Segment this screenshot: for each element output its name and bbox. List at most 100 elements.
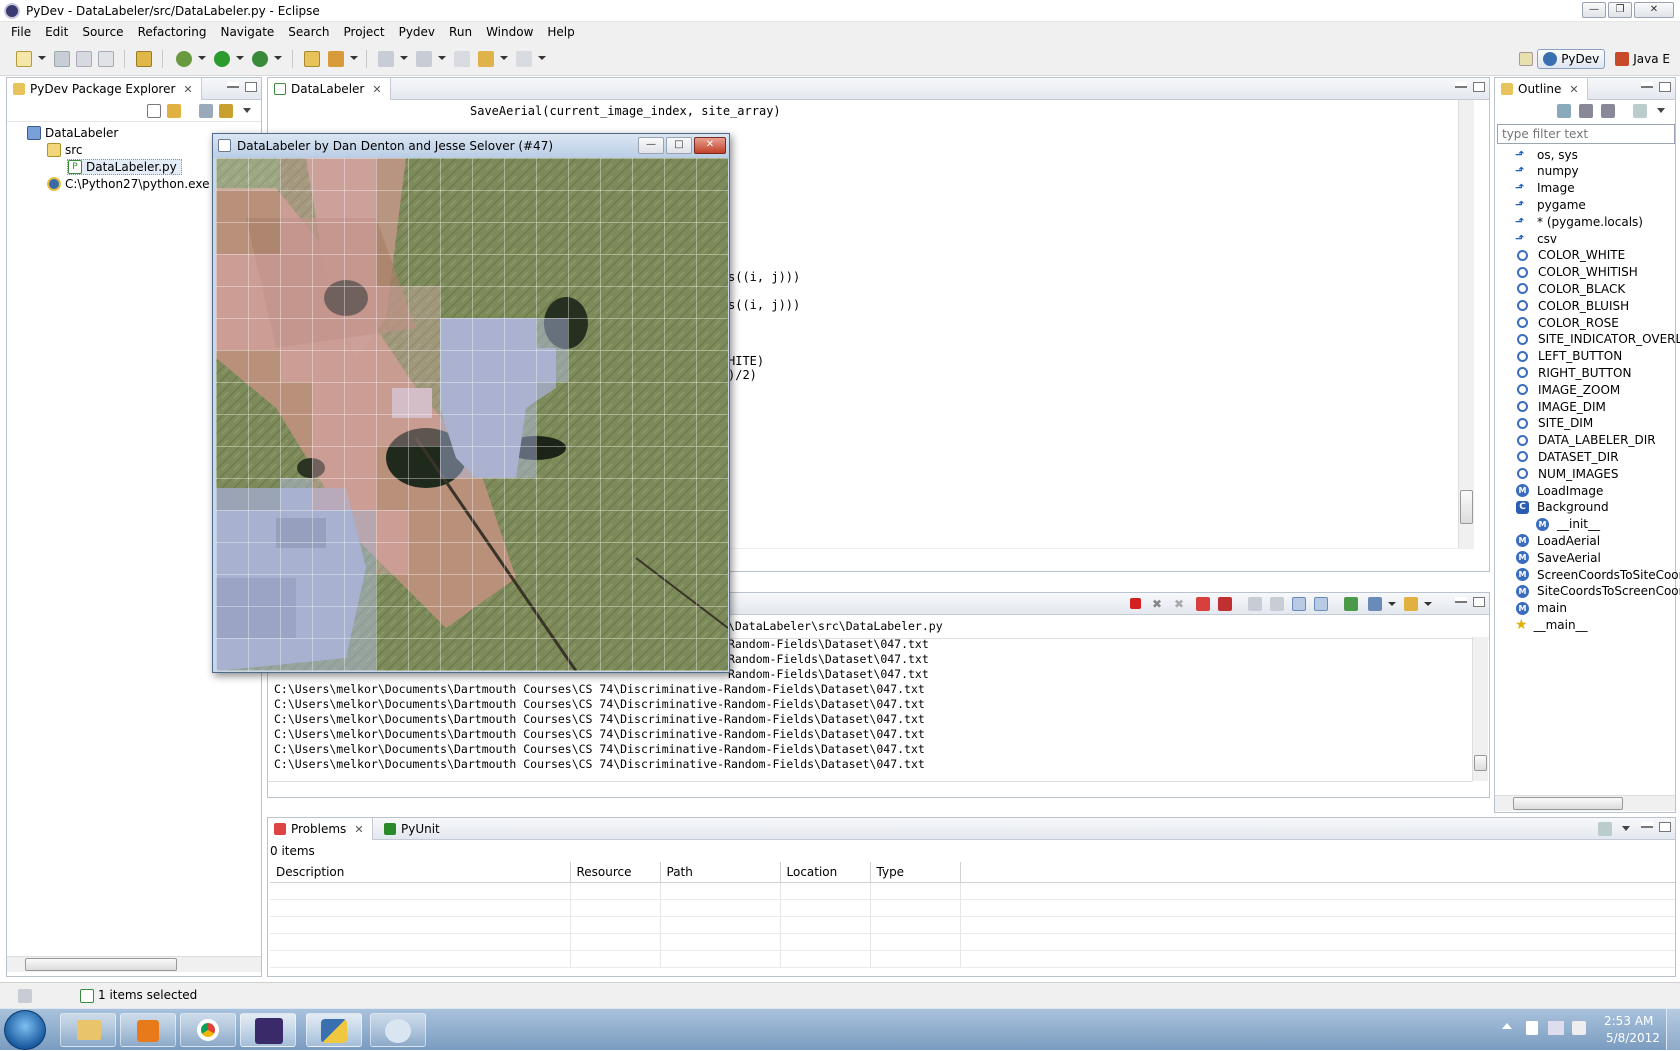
- datalabeler-minimize-button[interactable]: —: [638, 137, 664, 154]
- menu-run[interactable]: Run: [442, 25, 479, 39]
- sort-icon[interactable]: [1557, 104, 1571, 118]
- outline-item[interactable]: M __init__: [1535, 516, 1600, 533]
- minimize-button[interactable]: —: [1582, 2, 1606, 18]
- datalabeler-maximize-button[interactable]: □: [666, 137, 692, 154]
- outline-item[interactable]: Mmain: [1515, 600, 1567, 617]
- taskbar-media-player[interactable]: [120, 1013, 176, 1047]
- menu-help[interactable]: Help: [540, 25, 581, 39]
- menu-edit[interactable]: Edit: [38, 25, 75, 39]
- last-edit-icon[interactable]: [454, 51, 470, 67]
- column-type[interactable]: Type: [870, 862, 961, 883]
- show-desktop-button[interactable]: [1666, 1009, 1680, 1051]
- outline-item[interactable]: SITE_DIM: [1515, 415, 1593, 432]
- filter-icon[interactable]: [199, 104, 213, 118]
- outline-item[interactable]: ⬏ pygame: [1515, 196, 1586, 213]
- taskbar-eclipse[interactable]: [240, 1013, 296, 1047]
- close-icon[interactable]: ✕: [1569, 83, 1578, 96]
- outline-item[interactable]: M SaveAerial: [1515, 549, 1601, 566]
- open-folder-icon[interactable]: [304, 51, 320, 67]
- minimize-view-icon[interactable]: [1455, 597, 1467, 603]
- outline-item[interactable]: ★ __main__: [1515, 616, 1588, 633]
- outline-filter-input[interactable]: [1497, 124, 1675, 144]
- outline-item[interactable]: RIGHT_BUTTON: [1515, 364, 1631, 381]
- save-icon[interactable]: [54, 51, 70, 67]
- outline-item[interactable]: ⬏ csv: [1515, 230, 1557, 247]
- aerial-image-canvas[interactable]: [216, 158, 728, 671]
- code-line[interactable]: SaveAerial(current_image_index, site_arr…: [470, 104, 781, 118]
- outline-item[interactable]: COLOR_WHITISH: [1515, 264, 1638, 281]
- volume-icon[interactable]: [1572, 1021, 1586, 1035]
- code-line[interactable]: HITE): [728, 354, 764, 368]
- start-button[interactable]: [4, 1010, 46, 1050]
- network-icon[interactable]: [1548, 1021, 1564, 1035]
- hide-static-icon[interactable]: [1601, 104, 1615, 118]
- tree-item-datalabeler-py[interactable]: P DataLabeler.py: [67, 159, 182, 175]
- column-location[interactable]: Location: [780, 862, 871, 883]
- datalabeler-titlebar[interactable]: DataLabeler by Dan Denton and Jesse Selo…: [213, 134, 729, 158]
- datalabeler-close-button[interactable]: ✕: [694, 137, 726, 154]
- open-console-icon[interactable]: [1344, 597, 1358, 611]
- minimize-view-icon[interactable]: [1455, 82, 1467, 88]
- outline-item[interactable]: COLOR_BLUISH: [1515, 297, 1629, 314]
- back-icon[interactable]: [478, 51, 494, 67]
- tab-pyunit[interactable]: PyUnit: [378, 818, 448, 840]
- outline-item[interactable]: M SiteCoordsToScreenCoord: [1515, 583, 1680, 600]
- close-icon[interactable]: ✕: [372, 83, 381, 96]
- outline-item[interactable]: SITE_INDICATOR_OVERLA: [1515, 331, 1680, 348]
- pin-console-icon[interactable]: [1270, 597, 1284, 611]
- close-icon[interactable]: ✕: [354, 823, 363, 836]
- maximize-view-icon[interactable]: [1659, 822, 1671, 832]
- outline-item[interactable]: IMAGE_DIM: [1515, 398, 1606, 415]
- outline-item[interactable]: DATASET_DIR: [1515, 448, 1619, 465]
- tree-item-interpreter[interactable]: C:\Python27\python.exe (C: [47, 176, 226, 192]
- console-hscrollbar[interactable]: [268, 781, 1472, 797]
- new-icon[interactable]: [16, 51, 32, 67]
- menu-source[interactable]: Source: [75, 25, 130, 39]
- outline-item[interactable]: M LoadImage: [1515, 482, 1603, 499]
- save-all-icon[interactable]: [76, 51, 92, 67]
- pydev-wand-icon[interactable]: [328, 51, 344, 67]
- menu-window[interactable]: Window: [479, 25, 540, 39]
- remove-launch-icon[interactable]: ✖: [1152, 597, 1162, 611]
- action-center-icon[interactable]: [1526, 1021, 1538, 1035]
- outline-item[interactable]: COLOR_BLACK: [1515, 280, 1625, 297]
- pydev-perspective[interactable]: PyDev: [1537, 49, 1606, 69]
- link-with-editor-icon[interactable]: [167, 104, 181, 118]
- run-icon[interactable]: [214, 51, 230, 67]
- clear-console-icon[interactable]: [1196, 597, 1210, 611]
- customize-view-icon[interactable]: [219, 104, 233, 118]
- tree-item-project[interactable]: DataLabeler: [27, 125, 118, 141]
- menu-file[interactable]: File: [4, 25, 38, 39]
- show-hidden-icons-icon[interactable]: [1502, 1023, 1512, 1029]
- tab-problems[interactable]: Problems ✕: [268, 818, 373, 840]
- maximize-view-icon[interactable]: [1473, 82, 1485, 92]
- taskbar-python[interactable]: [306, 1013, 362, 1047]
- menu-pydev[interactable]: Pydev: [392, 25, 442, 39]
- close-icon[interactable]: ✕: [183, 83, 192, 96]
- tab-datalabeler-editor[interactable]: DataLabeler ✕: [268, 78, 391, 100]
- menu-search[interactable]: Search: [281, 25, 336, 39]
- taskbar-chrome[interactable]: [180, 1013, 236, 1047]
- outline-item[interactable]: C Background: [1515, 499, 1609, 516]
- outline-item[interactable]: ⬏ numpy: [1515, 163, 1579, 180]
- outline-item[interactable]: LEFT_BUTTON: [1515, 348, 1622, 365]
- outline-item[interactable]: M ScreenCoordsToSiteCoorc: [1515, 566, 1680, 583]
- menu-refactoring[interactable]: Refactoring: [131, 25, 214, 39]
- view-menu-icon[interactable]: [1657, 108, 1665, 113]
- outline-item[interactable]: M LoadAerial: [1515, 532, 1600, 549]
- close-button[interactable]: ✕: [1634, 2, 1674, 18]
- clock-date[interactable]: 5/8/2012: [1606, 1031, 1660, 1045]
- scroll-lock-icon[interactable]: [1218, 597, 1232, 611]
- tree-item-src[interactable]: src: [47, 142, 83, 158]
- terminate-icon[interactable]: [1130, 598, 1141, 609]
- aerial-image[interactable]: [216, 158, 728, 671]
- view-menu-icon[interactable]: [243, 108, 251, 113]
- remove-all-icon[interactable]: ✖: [1174, 597, 1184, 611]
- column-description[interactable]: Description: [270, 862, 571, 883]
- menu-project[interactable]: Project: [337, 25, 392, 39]
- taskbar-paint[interactable]: [370, 1013, 426, 1047]
- view-menu-icon[interactable]: [1622, 826, 1630, 831]
- outline-item[interactable]: NUM_IMAGES: [1515, 465, 1619, 482]
- java-perspective[interactable]: Java E: [1609, 49, 1676, 69]
- new-console-icon[interactable]: [1404, 597, 1418, 611]
